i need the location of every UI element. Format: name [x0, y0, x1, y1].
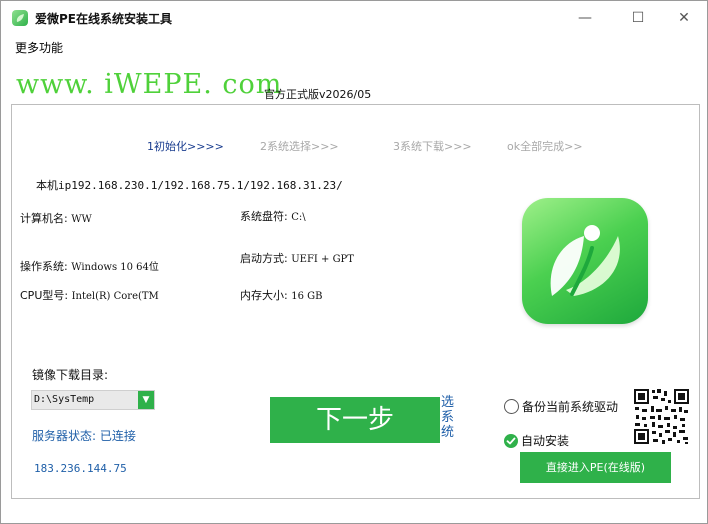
- app-icon: [12, 10, 28, 26]
- cpu-value: Intel(R) Core(TM: [71, 291, 159, 302]
- auto-install-option[interactable]: 自动安装: [504, 432, 569, 449]
- close-button[interactable]: ✕: [664, 7, 704, 29]
- download-dir-input[interactable]: [34, 392, 130, 406]
- download-dir-select[interactable]: ▼: [31, 390, 155, 410]
- enter-pe-button[interactable]: 直接进入PE(在线版): [520, 452, 671, 483]
- cpu-label: CPU型号:: [20, 289, 69, 302]
- site-url: www. iWEPE. com: [16, 69, 283, 100]
- step-select-system: 2系统选择>>>: [260, 140, 339, 153]
- iwepe-logo-icon: [522, 198, 648, 324]
- computer-name-value: WW: [71, 214, 92, 225]
- app-window: 爱微PE在线系统安装工具 — ☐ ✕ 更多功能 www. iWEPE. com …: [0, 0, 708, 524]
- server-ip: 183.236.144.75: [34, 462, 127, 475]
- os-value: Windows 10 64位: [71, 262, 159, 273]
- os-row: 操作系统: Windows 10 64位: [20, 258, 159, 274]
- memory-label: 内存大小:: [240, 289, 288, 302]
- minimize-button[interactable]: —: [565, 7, 605, 29]
- computer-name-row: 计算机名: WW: [20, 210, 92, 226]
- select-system-link[interactable]: 选系统: [441, 395, 455, 440]
- step-complete: ok全部完成>>: [507, 140, 583, 153]
- cpu-row: CPU型号: Intel(R) Core(TM: [20, 287, 174, 303]
- boot-label: 启动方式:: [240, 252, 288, 265]
- next-button[interactable]: 下一步: [270, 397, 440, 443]
- local-ip: 本机ip192.168.230.1/192.168.75.1/192.168.3…: [36, 179, 343, 192]
- memory-value: 16 GB: [291, 291, 323, 302]
- memory-row: 内存大小: 16 GB: [240, 287, 322, 303]
- window-title: 爱微PE在线系统安装工具: [35, 12, 172, 26]
- server-status: 服务器状态: 已连接: [32, 429, 136, 443]
- os-label: 操作系统:: [20, 260, 68, 273]
- step-download-system: 3系统下载>>>: [393, 140, 472, 153]
- main-content: www. iWEPE. com 官方正式版v2026/05 1初始化>>>> 2…: [1, 59, 707, 523]
- download-dir-label: 镜像下载目录:: [32, 368, 109, 382]
- system-drive-value: C:\: [291, 212, 306, 223]
- auto-install-label: 自动安装: [521, 434, 570, 448]
- backup-driver-label: 备份当前系统驱动: [522, 400, 619, 414]
- system-drive-row: 系统盘符: C:\: [240, 208, 306, 224]
- radio-circle-icon[interactable]: [504, 399, 519, 414]
- qr-code-icon: [633, 388, 690, 445]
- backup-driver-option[interactable]: 备份当前系统驱动: [504, 398, 618, 415]
- check-circle-icon[interactable]: [504, 434, 518, 448]
- main-panel: 1初始化>>>> 2系统选择>>> 3系统下载>>> ok全部完成>> 本机ip…: [11, 104, 700, 499]
- system-drive-label: 系统盘符:: [240, 210, 288, 223]
- chevron-down-icon[interactable]: ▼: [138, 391, 154, 409]
- title-bar: 爱微PE在线系统安装工具 — ☐ ✕: [1, 1, 707, 35]
- menu-more-functions[interactable]: 更多功能: [15, 39, 63, 56]
- boot-row: 启动方式: UEFI + GPT: [240, 250, 354, 266]
- boot-value: UEFI + GPT: [291, 254, 354, 265]
- menu-bar: 更多功能: [1, 35, 707, 59]
- computer-name-label: 计算机名:: [20, 212, 68, 225]
- version-label: 官方正式版v2026/05: [264, 88, 372, 101]
- step-initialize: 1初始化>>>>: [147, 140, 224, 153]
- maximize-button[interactable]: ☐: [618, 7, 658, 29]
